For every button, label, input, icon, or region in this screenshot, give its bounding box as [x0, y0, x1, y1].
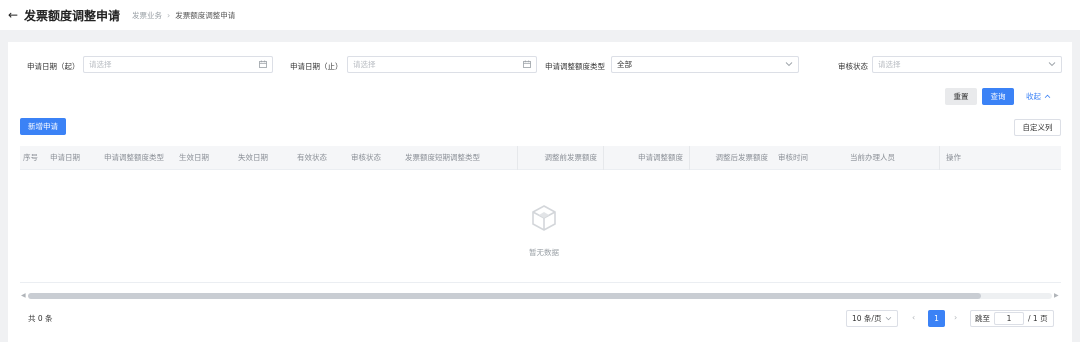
- column-header-valid-status: 有效状态: [297, 153, 327, 162]
- jump-page-input[interactable]: 1: [994, 312, 1024, 325]
- empty-state-text: 暂无数据: [529, 248, 559, 257]
- jump-page-value: 1: [1006, 314, 1012, 323]
- breadcrumb: 发票业务 › 发票额度调整申请: [132, 10, 235, 21]
- scroll-left-arrow-icon[interactable]: ◀: [21, 292, 26, 299]
- column-header-review-time: 审核时间: [778, 153, 808, 162]
- query-button[interactable]: 查询: [982, 88, 1014, 105]
- filter-label-review-status: 审核状态: [838, 62, 868, 71]
- column-header-index: 序号: [23, 153, 38, 162]
- total-count: 共 0 条: [28, 314, 53, 323]
- page-size-value: 10 条/页: [852, 314, 882, 323]
- filter-label-start-date: 申请日期（起）: [27, 62, 80, 71]
- page-size-select[interactable]: 10 条/页: [846, 310, 898, 327]
- back-arrow-icon[interactable]: ←: [8, 8, 22, 22]
- start-date-picker[interactable]: 请选择: [83, 56, 273, 73]
- column-header-expiry-date: 失效日期: [238, 153, 268, 162]
- chevron-down-icon: [1048, 60, 1056, 69]
- chevron-down-icon: [885, 314, 892, 323]
- column-header-apply-amount: 申请调整额度: [603, 146, 688, 170]
- page-jumper: 跳至 1 / 1 页: [970, 310, 1054, 327]
- collapse-label: 收起: [1026, 92, 1041, 101]
- column-header-current-handler: 当前办理人员: [850, 153, 895, 162]
- breadcrumb-separator: ›: [167, 10, 171, 20]
- breadcrumb-item-current: 发票额度调整申请: [175, 10, 236, 20]
- jump-label: 跳至: [975, 314, 990, 323]
- top-bar: ← 发票额度调整申请 发票业务 › 发票额度调整申请: [0, 0, 1080, 30]
- end-date-placeholder: 请选择: [353, 60, 376, 69]
- column-header-before-amount: 调整前发票额度: [517, 146, 602, 170]
- column-header-review-status: 审核状态: [351, 153, 381, 162]
- scroll-right-arrow-icon[interactable]: ▶: [1054, 292, 1059, 299]
- prev-page-icon[interactable]: ‹: [912, 313, 915, 322]
- collapse-toggle[interactable]: 收起: [1026, 91, 1051, 102]
- review-status-select[interactable]: 请选择: [872, 56, 1062, 73]
- reset-button[interactable]: 重置: [945, 88, 977, 105]
- adjust-type-value: 全部: [617, 60, 632, 69]
- filter-label-adjust-type: 申请调整额度类型: [545, 62, 605, 71]
- horizontal-scrollbar-thumb[interactable]: [28, 293, 981, 299]
- add-application-button[interactable]: 新增申请: [20, 118, 66, 135]
- column-header-after-amount: 调整后发票额度: [689, 146, 773, 170]
- next-page-icon[interactable]: ›: [954, 313, 957, 322]
- column-header-effective-date: 生效日期: [179, 153, 209, 162]
- column-header-adjust-type: 申请调整额度类型: [104, 153, 164, 162]
- custom-columns-button[interactable]: 自定义列: [1014, 119, 1061, 136]
- chevron-up-icon: [1044, 92, 1051, 101]
- review-status-placeholder: 请选择: [878, 60, 901, 69]
- adjust-type-select[interactable]: 全部: [611, 56, 799, 73]
- column-header-apply-date: 申请日期: [50, 153, 80, 162]
- column-header-short-term-type: 发票额度短期调整类型: [405, 153, 480, 162]
- table-header: 序号 申请日期 申请调整额度类型 生效日期 失效日期 有效状态 审核状态 发票额…: [20, 146, 1061, 170]
- table-bottom-divider: [20, 282, 1061, 283]
- page-title: 发票额度调整申请: [24, 8, 121, 23]
- content-card: 申请日期（起） 请选择 申请日期（止） 请选择 申请调整额度类型 全部 审核状态…: [8, 42, 1072, 342]
- breadcrumb-item-invoice-business[interactable]: 发票业务: [132, 10, 162, 21]
- filter-label-end-date: 申请日期（止）: [290, 62, 343, 71]
- start-date-placeholder: 请选择: [89, 60, 112, 69]
- empty-box-icon: [530, 204, 558, 232]
- current-page-button[interactable]: 1: [928, 310, 945, 327]
- page-total-label: / 1 页: [1028, 314, 1048, 323]
- column-header-operations: 操作: [939, 146, 1061, 170]
- end-date-picker[interactable]: 请选择: [347, 56, 537, 73]
- calendar-icon: [259, 60, 267, 70]
- chevron-down-icon: [785, 60, 793, 69]
- calendar-icon: [523, 60, 531, 70]
